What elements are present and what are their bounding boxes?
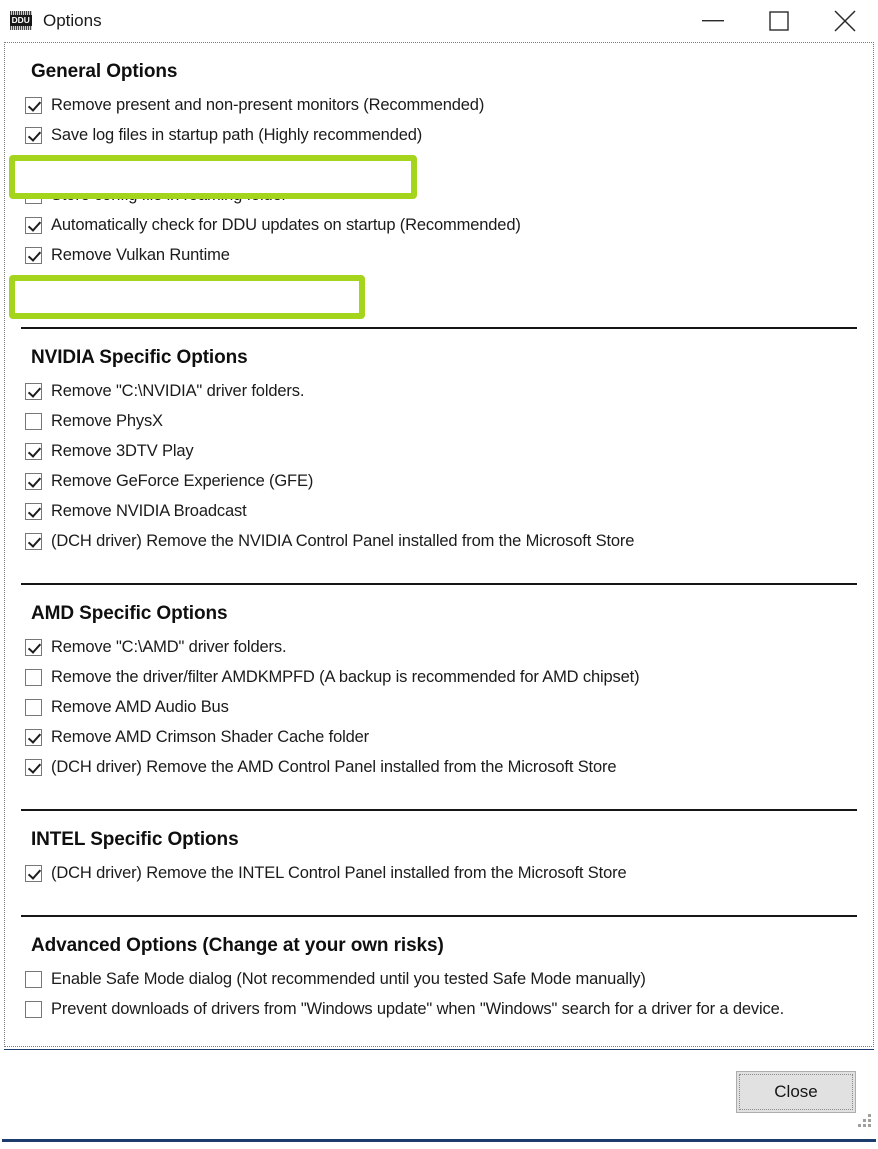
option-label: Remove "C:\NVIDIA" driver folders. xyxy=(51,381,305,400)
option-row[interactable]: Remove 3DTV Play xyxy=(5,436,873,466)
option-row[interactable]: Store config file in roaming folder xyxy=(5,180,873,210)
close-window-button[interactable] xyxy=(812,0,878,42)
option-row[interactable]: Enable Safe Mode dialog (Not recommended… xyxy=(5,964,873,994)
checkbox-remove-monitors[interactable] xyxy=(25,96,42,114)
section-title-amd: AMD Specific Options xyxy=(31,603,228,624)
option-row[interactable]: Remove PhysX xyxy=(5,406,873,436)
option-row[interactable]: Remove AMD Crimson Shader Cache folder xyxy=(5,722,873,752)
window-controls xyxy=(680,0,878,42)
section-title-advanced: Advanced Options (Change at your own ris… xyxy=(31,935,444,956)
checkbox-remove-intel-control-panel[interactable] xyxy=(25,864,42,882)
window-title: Options xyxy=(43,11,102,30)
option-row[interactable]: Create a system restore point (if allowe… xyxy=(5,150,873,180)
checkbox-remove-physx[interactable] xyxy=(25,412,42,430)
option-row[interactable]: Prevent downloads of drivers from "Windo… xyxy=(5,994,873,1024)
checkbox-remove-gfe[interactable] xyxy=(25,472,42,490)
title-bar: DDU Options xyxy=(0,0,878,42)
option-label: Remove the driver/filter AMDKMPFD (A bac… xyxy=(51,667,640,686)
option-label: Show offers from our partners xyxy=(51,275,265,294)
option-row[interactable]: Remove the driver/filter AMDKMPFD (A bac… xyxy=(5,662,873,692)
checkbox-store-config-roaming[interactable] xyxy=(25,186,42,204)
option-label: Prevent downloads of drivers from "Windo… xyxy=(51,999,785,1018)
close-icon xyxy=(834,10,856,32)
checkbox-remove-amd-control-panel[interactable] xyxy=(25,758,42,776)
option-label: Automatically check for DDU updates on s… xyxy=(51,215,521,234)
option-row[interactable]: Remove NVIDIA Broadcast xyxy=(5,496,873,526)
option-label: (DCH driver) Remove the NVIDIA Control P… xyxy=(51,531,635,550)
checkbox-enable-safe-mode-dialog[interactable] xyxy=(25,970,42,988)
checkbox-remove-amd-folders[interactable] xyxy=(25,638,42,656)
title-bar-left: DDU Options xyxy=(0,10,102,32)
checkbox-remove-crimson-shader-cache[interactable] xyxy=(25,728,42,746)
option-row[interactable]: Automatically check for DDU updates on s… xyxy=(5,210,873,240)
option-label: (DCH driver) Remove the AMD Control Pane… xyxy=(51,757,617,776)
app-icon-text: DDU xyxy=(11,15,31,25)
checkbox-remove-3dtv-play[interactable] xyxy=(25,442,42,460)
option-row[interactable]: Remove GeForce Experience (GFE) xyxy=(5,466,873,496)
checkbox-save-log-files[interactable] xyxy=(25,126,42,144)
ddu-logo-icon: DDU xyxy=(9,10,33,32)
option-label: Remove AMD Audio Bus xyxy=(51,697,229,716)
option-row[interactable]: (DCH driver) Remove the AMD Control Pane… xyxy=(5,752,873,782)
section-intel: INTEL Specific Options (DCH driver) Remo… xyxy=(5,829,873,888)
checkbox-auto-check-updates[interactable] xyxy=(25,216,42,234)
option-label: (DCH driver) Remove the INTEL Control Pa… xyxy=(51,863,627,882)
section-title-general: General Options xyxy=(31,61,178,82)
section-title-intel: INTEL Specific Options xyxy=(31,829,239,850)
option-row[interactable]: Remove present and non-present monitors … xyxy=(5,90,873,120)
option-row[interactable]: Remove Vulkan Runtime xyxy=(5,240,873,270)
checkbox-prevent-windows-update-drivers[interactable] xyxy=(25,1000,42,1018)
options-scroll-panel[interactable]: General Options Remove present and non-p… xyxy=(4,42,874,1047)
section-general: General Options Remove present and non-p… xyxy=(5,43,873,300)
checkbox-remove-nvidia-broadcast[interactable] xyxy=(25,502,42,520)
option-label: Remove 3DTV Play xyxy=(51,441,194,460)
option-row[interactable]: Save log files in startup path (Highly r… xyxy=(5,120,873,150)
maximize-button[interactable] xyxy=(746,0,812,42)
checkbox-remove-vulkan[interactable] xyxy=(25,246,42,264)
section-amd: AMD Specific Options Remove "C:\AMD" dri… xyxy=(5,603,873,782)
option-label: Enable Safe Mode dialog (Not recommended… xyxy=(51,969,646,988)
options-list: General Options Remove present and non-p… xyxy=(5,43,873,1046)
option-label: Remove NVIDIA Broadcast xyxy=(51,501,247,520)
checkbox-remove-amd-audio-bus[interactable] xyxy=(25,698,42,716)
checkbox-create-restore-point[interactable] xyxy=(25,156,42,174)
section-nvidia: NVIDIA Specific Options Remove "C:\NVIDI… xyxy=(5,347,873,556)
option-label: Remove "C:\AMD" driver folders. xyxy=(51,637,287,656)
option-label: Remove AMD Crimson Shader Cache folder xyxy=(51,727,370,746)
section-advanced: Advanced Options (Change at your own ris… xyxy=(5,935,873,1024)
minimize-icon xyxy=(702,20,724,22)
maximize-icon xyxy=(769,11,789,31)
option-label: Save log files in startup path (Highly r… xyxy=(51,125,423,144)
options-window: DDU Options General Options Remove prese… xyxy=(0,0,878,1149)
section-title-nvidia: NVIDIA Specific Options xyxy=(31,347,248,368)
checkbox-show-offers[interactable] xyxy=(25,276,42,294)
option-label: Remove Vulkan Runtime xyxy=(51,245,230,264)
checkbox-remove-nvidia-folders[interactable] xyxy=(25,382,42,400)
resize-grip[interactable] xyxy=(855,1111,871,1127)
option-row[interactable]: (DCH driver) Remove the INTEL Control Pa… xyxy=(5,858,873,888)
option-label: Remove present and non-present monitors … xyxy=(51,95,485,114)
client-area: General Options Remove present and non-p… xyxy=(2,42,876,1149)
close-button[interactable]: Close xyxy=(736,1071,856,1113)
dialog-footer: Close xyxy=(4,1049,874,1149)
option-label: Remove GeForce Experience (GFE) xyxy=(51,471,314,490)
option-row[interactable]: Remove "C:\NVIDIA" driver folders. xyxy=(5,376,873,406)
minimize-button[interactable] xyxy=(680,0,746,42)
option-row[interactable]: (DCH driver) Remove the NVIDIA Control P… xyxy=(5,526,873,556)
option-row[interactable]: Remove "C:\AMD" driver folders. xyxy=(5,632,873,662)
option-label: Remove PhysX xyxy=(51,411,163,430)
checkbox-remove-nvidia-control-panel[interactable] xyxy=(25,532,42,550)
option-row[interactable]: Remove AMD Audio Bus xyxy=(5,692,873,722)
option-label: Store config file in roaming folder xyxy=(51,185,287,204)
option-row[interactable]: Show offers from our partners xyxy=(5,270,873,300)
checkbox-remove-amdkmpfd[interactable] xyxy=(25,668,42,686)
option-label: Create a system restore point (if allowe… xyxy=(51,155,346,174)
